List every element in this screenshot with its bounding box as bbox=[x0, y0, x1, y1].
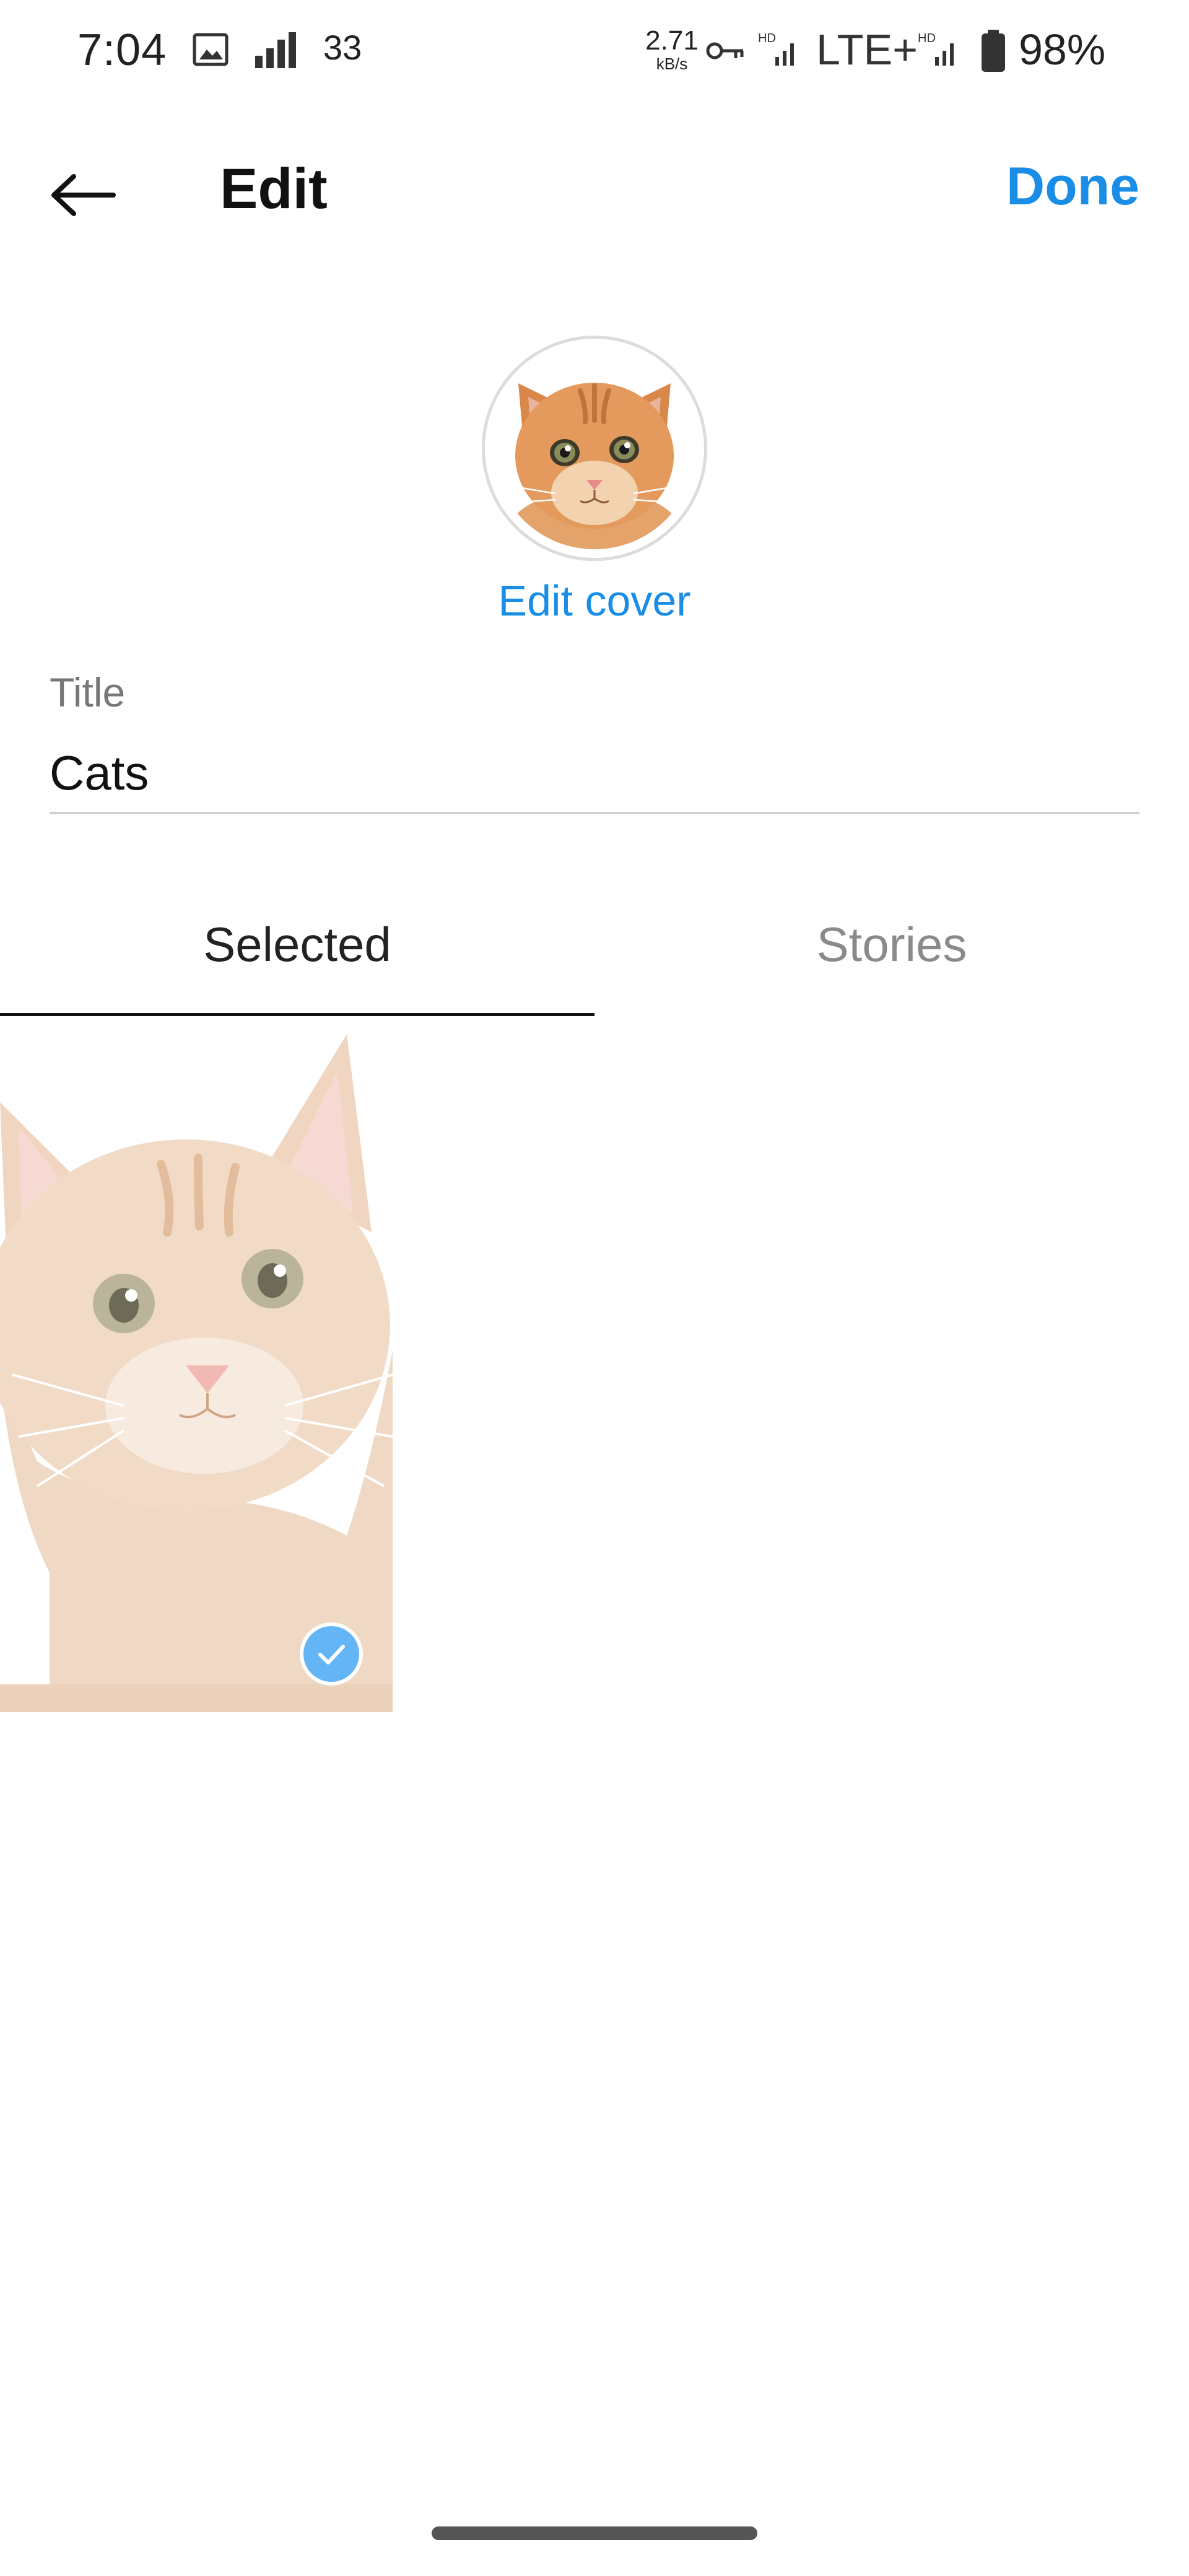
cover-image bbox=[494, 347, 695, 549]
selected-check-badge[interactable] bbox=[300, 1622, 363, 1686]
cover-avatar[interactable] bbox=[482, 336, 707, 561]
signal-icon bbox=[254, 31, 300, 72]
hd-signal-icon: HD bbox=[757, 28, 800, 75]
battery-icon bbox=[980, 30, 1007, 76]
network-type: LTE+ bbox=[816, 25, 918, 74]
title-input[interactable] bbox=[50, 734, 1139, 814]
title-label: Title bbox=[50, 669, 126, 715]
status-bar: 7:04 33 2.71 kB/s HD LTE+ HD 98% bbox=[0, 0, 1189, 105]
done-button[interactable]: Done bbox=[966, 156, 1139, 217]
page-title: Edit bbox=[220, 157, 328, 220]
gallery-icon bbox=[192, 31, 229, 71]
vpn-key-icon bbox=[705, 38, 746, 66]
hd-signal-icon-2: HD bbox=[917, 28, 960, 75]
tab-stories[interactable]: Stories bbox=[594, 916, 1189, 973]
notification-count: 33 bbox=[323, 28, 362, 67]
checkmark-icon bbox=[318, 1645, 345, 1664]
arrow-left-icon bbox=[51, 174, 116, 216]
battery-percent: 98% bbox=[1019, 25, 1106, 74]
data-speed-unit: kB/s bbox=[656, 54, 688, 73]
active-tab-indicator bbox=[0, 1013, 594, 1016]
data-speed-value: 2.71 bbox=[645, 25, 699, 56]
story-thumbnail-image bbox=[0, 1028, 393, 1712]
home-indicator[interactable] bbox=[432, 2526, 757, 2540]
back-button[interactable] bbox=[37, 155, 130, 235]
status-time: 7:04 bbox=[77, 25, 167, 75]
edit-cover-link[interactable]: Edit cover bbox=[433, 576, 756, 625]
tab-selected[interactable]: Selected bbox=[0, 916, 594, 973]
svg-text:HD: HD bbox=[758, 32, 776, 45]
data-speed: 2.71 kB/s bbox=[644, 27, 700, 72]
svg-text:HD: HD bbox=[918, 32, 936, 45]
story-thumbnail[interactable] bbox=[0, 1028, 393, 1712]
